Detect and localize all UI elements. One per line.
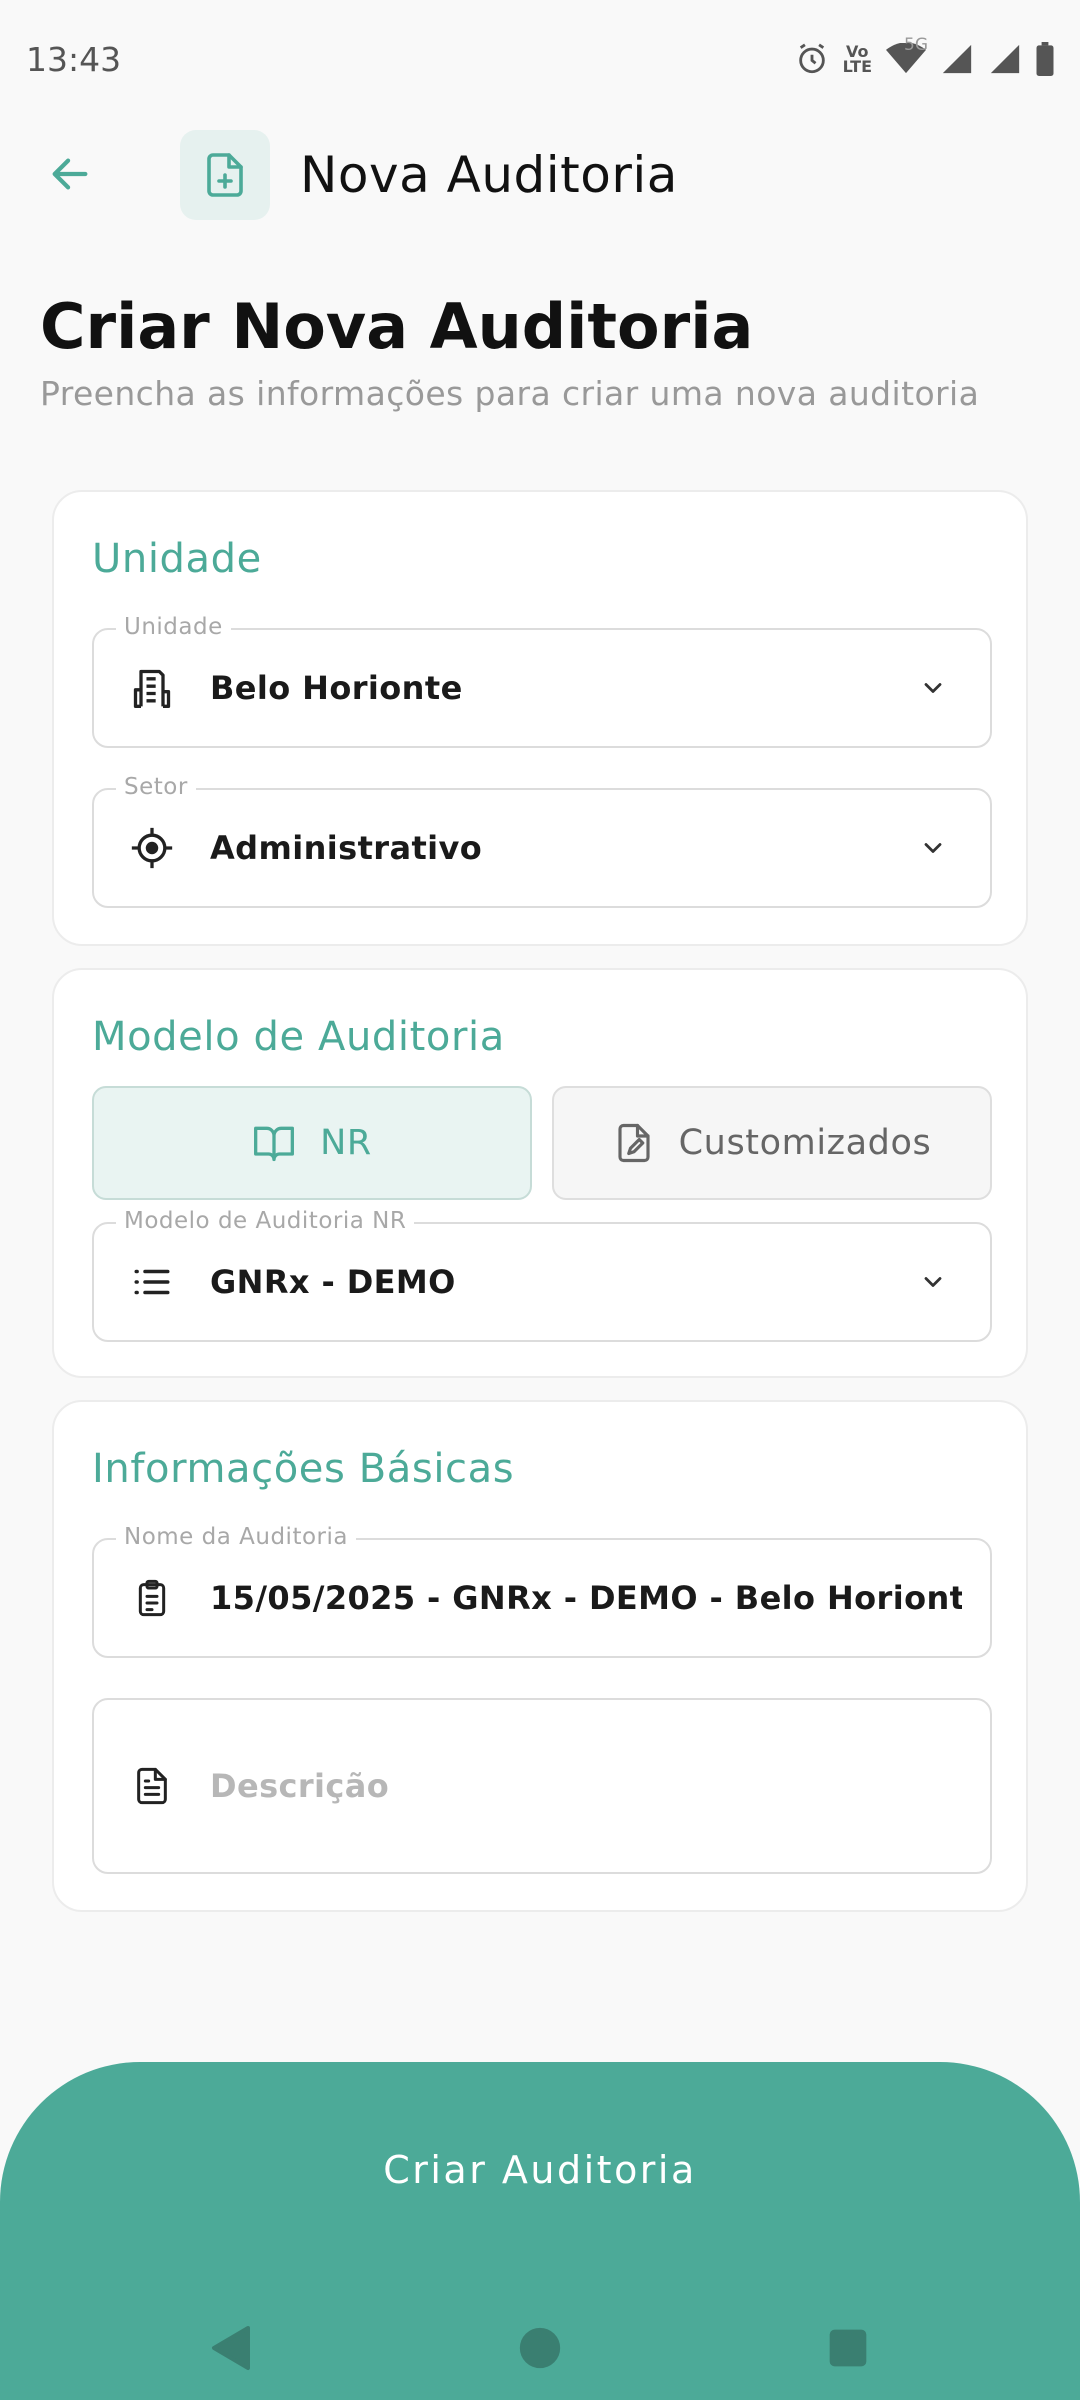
modelo-card: Modelo de Auditoria NR Customizados Mode… bbox=[52, 968, 1028, 1378]
page-subtitle: Preencha as informações para criar uma n… bbox=[40, 374, 980, 413]
nav-back-icon bbox=[212, 2326, 250, 2370]
alarm-icon bbox=[798, 43, 825, 74]
nav-home-button[interactable] bbox=[500, 2308, 580, 2388]
document-icon bbox=[130, 1764, 174, 1808]
unidade-section-title: Unidade bbox=[92, 536, 262, 582]
wifi-icon: 5G bbox=[886, 35, 928, 75]
modelo-section-title: Modelo de Auditoria bbox=[92, 1014, 505, 1060]
back-button[interactable] bbox=[32, 144, 108, 204]
status-time: 13:43 bbox=[26, 40, 122, 79]
toggle-nr-label: NR bbox=[320, 1123, 372, 1163]
target-icon bbox=[130, 826, 174, 870]
clipboard-icon bbox=[130, 1576, 174, 1620]
unidade-card: Unidade Unidade Belo Horionte Setor Admi… bbox=[52, 490, 1028, 946]
nav-home-icon bbox=[519, 2327, 561, 2369]
app-bar-title: Nova Auditoria bbox=[300, 146, 678, 204]
info-card: Informações Básicas Nome da Auditoria 15… bbox=[52, 1400, 1028, 1912]
file-plus-icon bbox=[207, 153, 243, 197]
toggle-customizados-label: Customizados bbox=[678, 1123, 932, 1163]
file-edit-icon bbox=[618, 1123, 650, 1163]
descricao-input[interactable]: Descrição bbox=[92, 1698, 992, 1874]
signal-icon-2 bbox=[990, 44, 1020, 74]
page-title: Criar Nova Auditoria bbox=[40, 290, 754, 363]
status-bar: 13:43 Vo LTE 5G bbox=[0, 0, 1080, 120]
modelo-nr-label: Modelo de Auditoria NR bbox=[116, 1208, 415, 1234]
app-icon-container bbox=[180, 130, 270, 220]
book-open-icon bbox=[254, 1126, 295, 1162]
descricao-placeholder: Descrição bbox=[210, 1767, 390, 1805]
setor-value: Administrativo bbox=[210, 829, 483, 867]
setor-label: Setor bbox=[116, 774, 196, 800]
nav-back-button[interactable] bbox=[190, 2308, 270, 2388]
modelo-nr-select[interactable]: Modelo de Auditoria NR GNRx - DEMO bbox=[92, 1208, 992, 1342]
chevron-down-icon bbox=[918, 673, 948, 703]
toggle-customizados[interactable]: Customizados bbox=[552, 1086, 992, 1200]
unidade-value: Belo Horionte bbox=[210, 669, 463, 707]
modelo-type-toggle: NR Customizados bbox=[92, 1086, 992, 1200]
modelo-nr-value: GNRx - DEMO bbox=[210, 1263, 456, 1301]
unidade-select[interactable]: Unidade Belo Horionte bbox=[92, 614, 992, 748]
status-icons: Vo LTE 5G bbox=[795, 35, 1054, 76]
chevron-down-icon bbox=[918, 833, 948, 863]
nav-recents-icon bbox=[829, 2329, 867, 2367]
building-icon bbox=[130, 666, 174, 710]
nome-auditoria-value: 15/05/2025 - GNRx - DEMO - Belo Horionte… bbox=[210, 1579, 962, 1617]
info-section-title: Informações Básicas bbox=[92, 1446, 515, 1492]
setor-select[interactable]: Setor Administrativo bbox=[92, 774, 992, 908]
nome-auditoria-input[interactable]: Nome da Auditoria 15/05/2025 - GNRx - DE… bbox=[92, 1524, 992, 1658]
volte-indicator: Vo LTE bbox=[842, 42, 872, 76]
nome-auditoria-label: Nome da Auditoria bbox=[116, 1524, 356, 1550]
toggle-nr[interactable]: NR bbox=[92, 1086, 532, 1200]
network-type: 5G bbox=[904, 35, 928, 55]
criar-auditoria-label: Criar Auditoria bbox=[383, 2148, 697, 2192]
nav-recents-button[interactable] bbox=[808, 2308, 888, 2388]
unidade-label: Unidade bbox=[116, 614, 231, 640]
chevron-down-icon bbox=[918, 1267, 948, 1297]
arrow-left-icon bbox=[52, 158, 88, 190]
signal-icon bbox=[942, 44, 972, 74]
app-bar: Nova Auditoria bbox=[0, 120, 1080, 230]
list-icon bbox=[130, 1260, 174, 1304]
battery-icon bbox=[1036, 42, 1054, 76]
system-nav-bar bbox=[0, 2290, 1080, 2400]
